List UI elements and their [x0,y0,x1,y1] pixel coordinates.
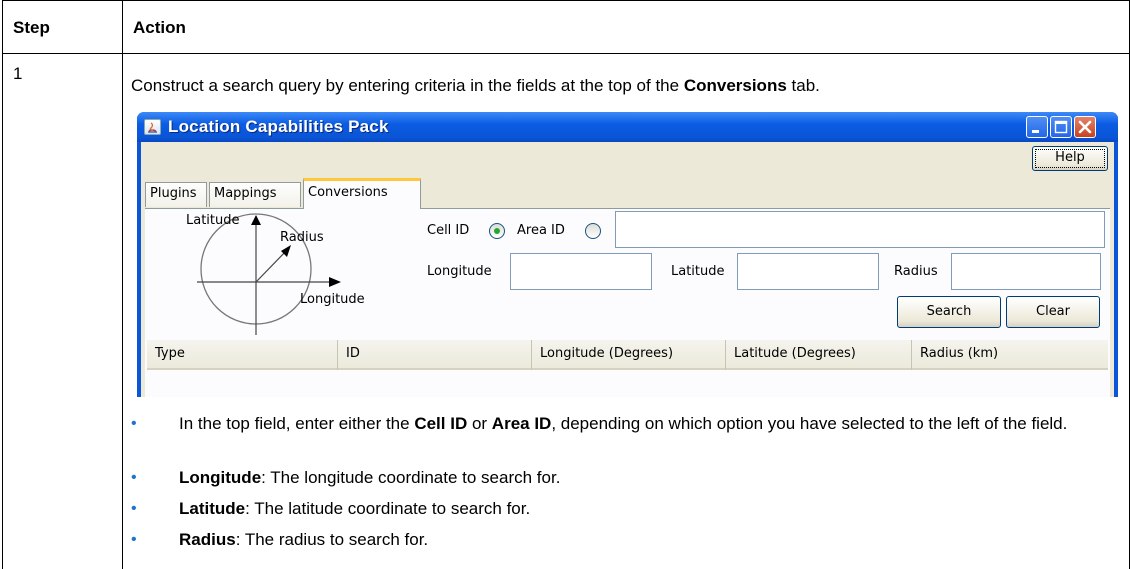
cell-id-radio[interactable] [489,223,505,239]
area-id-label: Area ID [517,223,565,238]
tab-plugins[interactable]: Plugins [145,182,207,207]
instruction-bold: Conversions [683,76,787,95]
window-title: Location Capabilities Pack [168,117,389,136]
java-app-icon [144,119,161,135]
maximize-icon [1054,120,1068,134]
close-icon [1078,120,1092,134]
column-id[interactable]: ID [337,340,531,370]
diagram-radius-label: Radius [280,230,324,245]
header-step: Step [13,18,50,37]
text-run: : The latitude coordinate to search for. [245,499,531,518]
longitude-input[interactable] [510,253,652,290]
text-run-bold: Radius [179,530,236,549]
app-window: Location Capabilities Pack Help Plugins … [137,112,1118,397]
radius-input[interactable] [951,253,1101,290]
latitude-input[interactable] [737,253,879,290]
instruction-text: Construct a search query by entering cri… [131,76,820,96]
column-type[interactable]: Type [147,340,337,370]
minimize-button[interactable] [1026,116,1048,138]
header-action: Action [133,18,186,37]
text-run-bold: Area ID [491,414,552,433]
text-run: or [467,414,492,433]
search-button[interactable]: Search [897,296,1001,328]
clear-button[interactable]: Clear [1006,296,1100,328]
diagram-longitude-label: Longitude [300,292,365,307]
close-button[interactable] [1074,116,1096,138]
instruction-prefix: Construct a search query by entering cri… [131,76,684,95]
text-run-bold: Longitude [179,468,262,487]
tab-mappings[interactable]: Mappings [209,182,301,207]
bullet-text: Longitude: The longitude coordinate to s… [179,467,1119,489]
text-run-bold: Cell ID [414,414,468,433]
bullet-text: Radius: The radius to search for. [179,529,1119,551]
tab-conversions[interactable]: Conversions [303,178,421,209]
radius-label: Radius [894,264,938,279]
bullet-text: Latitude: The latitude coordinate to sea… [179,498,1119,520]
title-bar[interactable]: Location Capabilities Pack [137,112,1118,142]
column-longitude[interactable]: Longitude (Degrees) [531,340,725,370]
column-radius[interactable]: Radius (km) [911,340,1108,370]
results-table-header: Type ID Longitude (Degrees) Latitude (De… [147,340,1108,370]
bullet-icon: • [131,469,137,486]
longitude-label: Longitude [427,264,492,279]
text-run: In the top field, enter either the [179,414,415,433]
text-run: : The radius to search for. [235,530,429,549]
diagram-latitude-label: Latitude [186,213,240,228]
window-body: Help Plugins Mappings Conversions Latitu… [141,142,1114,397]
step-number: 1 [13,64,23,83]
bullet-icon: • [131,500,137,517]
latitude-label: Latitude [671,264,725,279]
text-run: , depending on which option you have sel… [551,414,1068,433]
id-input[interactable] [615,211,1105,248]
bullet-icon: • [131,415,137,432]
bullet-icon: • [131,531,137,548]
maximize-button[interactable] [1050,116,1072,138]
cell-id-label: Cell ID [427,223,470,238]
column-latitude[interactable]: Latitude (Degrees) [725,340,911,370]
radio-selected-dot [494,228,500,234]
area-id-radio[interactable] [585,223,601,239]
text-run: : The longitude coordinate to search for… [261,468,561,487]
bullet-text: In the top field, enter either the Cell … [179,413,1119,435]
text-run-bold: Latitude [179,499,246,518]
conversions-panel: Latitude Radius Longitude Cell ID Area I… [145,208,1110,397]
instruction-suffix: tab. [786,76,820,95]
minimize-icon [1032,130,1039,133]
help-button[interactable]: Help [1032,146,1108,171]
